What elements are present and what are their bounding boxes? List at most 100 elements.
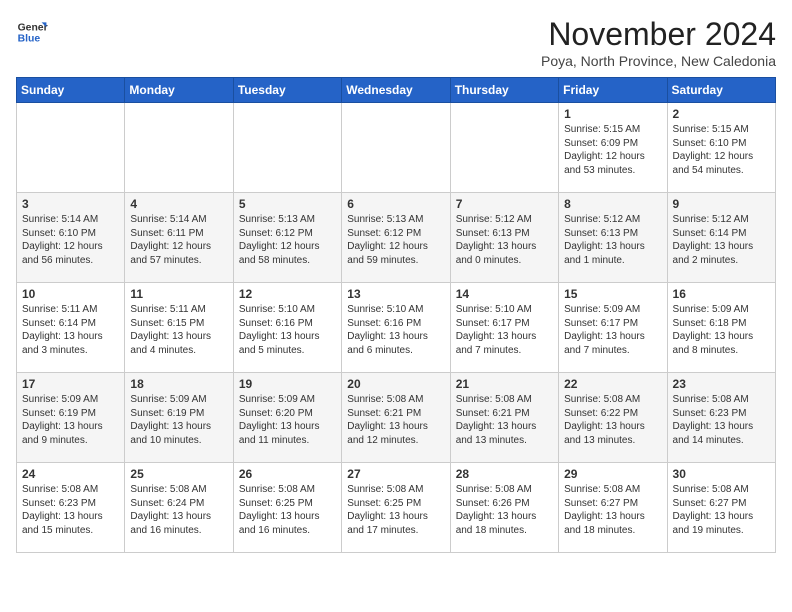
day-number: 20 bbox=[347, 377, 444, 391]
table-row: 16 Sunrise: 5:09 AM Sunset: 6:18 PM Dayli… bbox=[667, 283, 775, 373]
table-row: 14 Sunrise: 5:10 AM Sunset: 6:17 PM Dayli… bbox=[450, 283, 558, 373]
table-row: 23 Sunrise: 5:08 AM Sunset: 6:23 PM Dayli… bbox=[667, 373, 775, 463]
calendar-week-row: 17 Sunrise: 5:09 AM Sunset: 6:19 PM Dayli… bbox=[17, 373, 776, 463]
subtitle: Poya, North Province, New Caledonia bbox=[541, 53, 776, 69]
day-number: 10 bbox=[22, 287, 119, 301]
table-row: 9Sunrise: 5:12 AM Sunset: 6:14 PM Daylig… bbox=[667, 193, 775, 283]
day-number: 4 bbox=[130, 197, 227, 211]
day-number: 7 bbox=[456, 197, 553, 211]
table-row: 24 Sunrise: 5:08 AM Sunset: 6:23 PM Dayli… bbox=[17, 463, 125, 553]
day-info: Sunrise: 5:10 AM Sunset: 6:16 PM Dayligh… bbox=[347, 303, 444, 357]
table-row: 21 Sunrise: 5:08 AM Sunset: 6:21 PM Dayli… bbox=[450, 373, 558, 463]
table-row: 2Sunrise: 5:15 AM Sunset: 6:10 PM Daylig… bbox=[667, 103, 775, 193]
day-info: Sunrise: 5:08 AM Sunset: 6:21 PM Dayligh… bbox=[347, 393, 444, 447]
table-row: 4Sunrise: 5:14 AM Sunset: 6:11 PM Daylig… bbox=[125, 193, 233, 283]
header-sunday: Sunday bbox=[17, 78, 125, 103]
logo-icon: General Blue bbox=[16, 16, 48, 48]
day-number: 16 bbox=[673, 287, 770, 301]
day-info: Sunrise: 5:11 AM Sunset: 6:14 PM Dayligh… bbox=[22, 303, 119, 357]
table-row: 25 Sunrise: 5:08 AM Sunset: 6:24 PM Dayli… bbox=[125, 463, 233, 553]
table-row: 8 Sunrise: 5:12 AM Sunset: 6:13 PM Daylig… bbox=[559, 193, 667, 283]
day-info: Sunrise: 5:08 AM Sunset: 6:25 PM Dayligh… bbox=[347, 483, 444, 537]
table-row: 28 Sunrise: 5:08 AM Sunset: 6:26 PM Dayli… bbox=[450, 463, 558, 553]
day-number: 9 bbox=[673, 197, 770, 211]
day-number: 3 bbox=[22, 197, 119, 211]
day-number: 30 bbox=[673, 467, 770, 481]
day-info: Sunrise: 5:14 AM Sunset: 6:10 PM Dayligh… bbox=[22, 213, 119, 267]
day-number: 24 bbox=[22, 467, 119, 481]
day-number: 14 bbox=[456, 287, 553, 301]
day-number: 13 bbox=[347, 287, 444, 301]
header-tuesday: Tuesday bbox=[233, 78, 341, 103]
day-info: Sunrise: 5:09 AM Sunset: 6:19 PM Dayligh… bbox=[130, 393, 227, 447]
table-row: 29 Sunrise: 5:08 AM Sunset: 6:27 PM Dayli… bbox=[559, 463, 667, 553]
day-number: 12 bbox=[239, 287, 336, 301]
table-row: 10 Sunrise: 5:11 AM Sunset: 6:14 PM Dayli… bbox=[17, 283, 125, 373]
logo: General Blue bbox=[16, 16, 48, 48]
calendar-week-row: 1 Sunrise: 5:15 AM Sunset: 6:09 PM Daylig… bbox=[17, 103, 776, 193]
table-row: 7 Sunrise: 5:12 AM Sunset: 6:13 PM Daylig… bbox=[450, 193, 558, 283]
table-row bbox=[342, 103, 450, 193]
table-row: 5Sunrise: 5:13 AM Sunset: 6:12 PM Daylig… bbox=[233, 193, 341, 283]
day-info: Sunrise: 5:15 AM Sunset: 6:09 PM Dayligh… bbox=[564, 123, 661, 177]
header-monday: Monday bbox=[125, 78, 233, 103]
day-info: Sunrise: 5:09 AM Sunset: 6:19 PM Dayligh… bbox=[22, 393, 119, 447]
day-number: 23 bbox=[673, 377, 770, 391]
title-section: November 2024 Poya, North Province, New … bbox=[541, 16, 776, 69]
day-info: Sunrise: 5:08 AM Sunset: 6:26 PM Dayligh… bbox=[456, 483, 553, 537]
day-info: Sunrise: 5:09 AM Sunset: 6:20 PM Dayligh… bbox=[239, 393, 336, 447]
table-row: 11 Sunrise: 5:11 AM Sunset: 6:15 PM Dayli… bbox=[125, 283, 233, 373]
calendar-table: Sunday Monday Tuesday Wednesday Thursday… bbox=[16, 77, 776, 553]
day-info: Sunrise: 5:08 AM Sunset: 6:25 PM Dayligh… bbox=[239, 483, 336, 537]
day-number: 25 bbox=[130, 467, 227, 481]
day-info: Sunrise: 5:12 AM Sunset: 6:13 PM Dayligh… bbox=[564, 213, 661, 267]
table-row: 26 Sunrise: 5:08 AM Sunset: 6:25 PM Dayli… bbox=[233, 463, 341, 553]
day-number: 28 bbox=[456, 467, 553, 481]
day-info: Sunrise: 5:08 AM Sunset: 6:23 PM Dayligh… bbox=[22, 483, 119, 537]
weekday-header-row: Sunday Monday Tuesday Wednesday Thursday… bbox=[17, 78, 776, 103]
table-row bbox=[17, 103, 125, 193]
day-info: Sunrise: 5:08 AM Sunset: 6:24 PM Dayligh… bbox=[130, 483, 227, 537]
day-info: Sunrise: 5:08 AM Sunset: 6:22 PM Dayligh… bbox=[564, 393, 661, 447]
header-saturday: Saturday bbox=[667, 78, 775, 103]
day-info: Sunrise: 5:08 AM Sunset: 6:23 PM Dayligh… bbox=[673, 393, 770, 447]
table-row: 30 Sunrise: 5:08 AM Sunset: 6:27 PM Dayli… bbox=[667, 463, 775, 553]
table-row: 1 Sunrise: 5:15 AM Sunset: 6:09 PM Daylig… bbox=[559, 103, 667, 193]
header-thursday: Thursday bbox=[450, 78, 558, 103]
day-info: Sunrise: 5:10 AM Sunset: 6:17 PM Dayligh… bbox=[456, 303, 553, 357]
table-row bbox=[450, 103, 558, 193]
day-number: 17 bbox=[22, 377, 119, 391]
calendar-week-row: 24 Sunrise: 5:08 AM Sunset: 6:23 PM Dayli… bbox=[17, 463, 776, 553]
day-number: 5 bbox=[239, 197, 336, 211]
day-number: 29 bbox=[564, 467, 661, 481]
day-info: Sunrise: 5:08 AM Sunset: 6:21 PM Dayligh… bbox=[456, 393, 553, 447]
day-number: 22 bbox=[564, 377, 661, 391]
day-info: Sunrise: 5:08 AM Sunset: 6:27 PM Dayligh… bbox=[673, 483, 770, 537]
day-info: Sunrise: 5:11 AM Sunset: 6:15 PM Dayligh… bbox=[130, 303, 227, 357]
day-info: Sunrise: 5:10 AM Sunset: 6:16 PM Dayligh… bbox=[239, 303, 336, 357]
table-row: 17 Sunrise: 5:09 AM Sunset: 6:19 PM Dayli… bbox=[17, 373, 125, 463]
day-number: 18 bbox=[130, 377, 227, 391]
table-row bbox=[125, 103, 233, 193]
day-info: Sunrise: 5:13 AM Sunset: 6:12 PM Dayligh… bbox=[347, 213, 444, 267]
table-row: 15 Sunrise: 5:09 AM Sunset: 6:17 PM Dayli… bbox=[559, 283, 667, 373]
day-number: 19 bbox=[239, 377, 336, 391]
table-row: 19 Sunrise: 5:09 AM Sunset: 6:20 PM Dayli… bbox=[233, 373, 341, 463]
table-row: 20 Sunrise: 5:08 AM Sunset: 6:21 PM Dayli… bbox=[342, 373, 450, 463]
header-friday: Friday bbox=[559, 78, 667, 103]
day-info: Sunrise: 5:09 AM Sunset: 6:18 PM Dayligh… bbox=[673, 303, 770, 357]
day-number: 1 bbox=[564, 107, 661, 121]
header-wednesday: Wednesday bbox=[342, 78, 450, 103]
calendar-week-row: 3 Sunrise: 5:14 AM Sunset: 6:10 PM Daylig… bbox=[17, 193, 776, 283]
day-info: Sunrise: 5:09 AM Sunset: 6:17 PM Dayligh… bbox=[564, 303, 661, 357]
table-row: 13 Sunrise: 5:10 AM Sunset: 6:16 PM Dayli… bbox=[342, 283, 450, 373]
day-number: 2 bbox=[673, 107, 770, 121]
day-number: 21 bbox=[456, 377, 553, 391]
day-number: 8 bbox=[564, 197, 661, 211]
day-info: Sunrise: 5:08 AM Sunset: 6:27 PM Dayligh… bbox=[564, 483, 661, 537]
day-number: 15 bbox=[564, 287, 661, 301]
day-number: 11 bbox=[130, 287, 227, 301]
day-number: 26 bbox=[239, 467, 336, 481]
day-info: Sunrise: 5:12 AM Sunset: 6:13 PM Dayligh… bbox=[456, 213, 553, 267]
table-row: 12 Sunrise: 5:10 AM Sunset: 6:16 PM Dayli… bbox=[233, 283, 341, 373]
